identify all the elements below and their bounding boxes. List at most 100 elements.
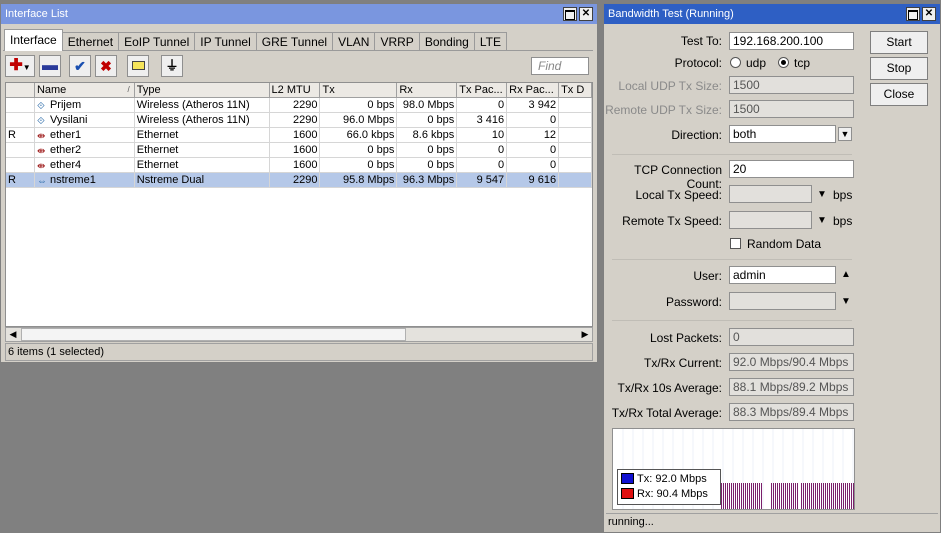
interface-name: nstreme1 <box>49 174 96 186</box>
local-speed-dropdown-icon[interactable]: ▼ <box>817 189 827 200</box>
add-button[interactable]: ✚▼ <box>5 55 35 77</box>
tcp-count-input[interactable]: 20 <box>729 160 854 178</box>
tab-interface[interactable]: Interface <box>4 29 63 51</box>
graph-bar <box>849 483 850 509</box>
table-row[interactable]: ⇼ ether2 Ethernet 1600 0 bps 0 bps 0 0 <box>6 143 593 158</box>
direction-label: Direction: <box>671 128 722 142</box>
test-to-input[interactable]: 192.168.200.100 <box>729 32 854 50</box>
bandwidth-status-bar: running... <box>606 513 938 530</box>
maximize-icon[interactable] <box>906 7 920 21</box>
interface-tabs: Interface Ethernet EoIP Tunnel IP Tunnel… <box>4 29 507 51</box>
interface-toolbar: ✚▼ ▬ ✔ ✖ ⏚ Find <box>5 55 593 79</box>
tcp-count-label: TCP Connection Count: <box>634 163 722 191</box>
l2mtu-cell: 2290 <box>269 98 321 113</box>
legend-rx-label: Rx: 90.4 Mbps <box>637 488 708 500</box>
graph-bar <box>787 483 788 509</box>
tx-cell: 96.0 Mbps <box>320 113 398 128</box>
tab-vlan[interactable]: VLAN <box>332 32 376 51</box>
graph-bar <box>841 483 842 509</box>
wireless-icon: ⟐ <box>36 101 45 112</box>
graph-bar <box>771 483 772 509</box>
table-row[interactable]: ⟐ Prijem Wireless (Atheros 11N) 2290 0 bps 98… <box>6 98 593 113</box>
type-cell: Ethernet <box>134 128 270 143</box>
graph-bar <box>779 483 780 509</box>
type-cell: Ethernet <box>134 143 270 158</box>
column-header-flag[interactable] <box>6 83 35 98</box>
interface-name: Vysilani <box>49 114 88 126</box>
scroll-right-icon[interactable]: ▶ <box>578 328 592 341</box>
tab-bonding[interactable]: Bonding <box>418 32 475 51</box>
graph-bar <box>735 483 736 509</box>
comment-button[interactable] <box>127 55 149 77</box>
maximize-icon[interactable] <box>563 7 577 21</box>
direction-select[interactable]: both <box>729 125 836 143</box>
column-header-name[interactable]: Name / <box>34 83 135 98</box>
local-speed-input[interactable] <box>729 185 812 203</box>
tx-drops-cell <box>559 158 593 173</box>
remote-speed-dropdown-icon[interactable]: ▼ <box>817 215 827 226</box>
find-input[interactable]: Find <box>531 57 589 75</box>
local-udp-input[interactable]: 1500 <box>729 76 854 94</box>
tx-cell: 66.0 kbps <box>320 128 398 143</box>
scroll-left-icon[interactable]: ◀ <box>6 328 20 341</box>
user-collapse-icon[interactable]: ▲ <box>841 269 851 280</box>
remote-speed-input[interactable] <box>729 211 812 229</box>
close-button[interactable]: Close <box>870 83 928 106</box>
tx-packets-cell: 0 <box>457 143 508 158</box>
protocol-label: Protocol: <box>674 56 722 70</box>
total-label: Tx/Rx Total Average: <box>611 406 722 420</box>
tx-packets-cell: 0 <box>457 158 508 173</box>
bandwidth-titlebar[interactable]: Bandwidth Test (Running) ✕ <box>604 4 940 24</box>
protocol-tcp-radio[interactable] <box>778 57 789 68</box>
password-dropdown-icon[interactable]: ▼ <box>841 296 851 307</box>
table-row[interactable]: ⟐ Vysilani Wireless (Atheros 11N) 2290 96.0 … <box>6 113 593 128</box>
section-divider <box>612 259 852 260</box>
column-header-tx-drops[interactable]: Tx D <box>559 83 593 98</box>
column-header-l2mtu[interactable]: L2 MTU <box>269 83 321 98</box>
disable-button[interactable]: ✖ <box>95 55 117 77</box>
filter-button[interactable]: ⏚ <box>161 55 183 77</box>
flag-cell <box>6 98 35 113</box>
tab-ip-tunnel[interactable]: IP Tunnel <box>194 32 257 51</box>
flag-cell: R <box>6 128 35 143</box>
graph-bar <box>847 483 848 509</box>
random-data-label: Random Data <box>747 237 822 251</box>
remove-button[interactable]: ▬ <box>39 55 61 77</box>
tab-eoip-tunnel[interactable]: EoIP Tunnel <box>118 32 196 51</box>
remote-udp-input[interactable]: 1500 <box>729 100 854 118</box>
column-header-rx-packets[interactable]: Rx Pac... <box>507 83 560 98</box>
password-input[interactable] <box>729 292 836 310</box>
tx-packets-cell: 9 547 <box>457 173 508 188</box>
enable-button[interactable]: ✔ <box>69 55 91 77</box>
graph-bar <box>757 483 758 509</box>
close-icon[interactable]: ✕ <box>922 7 936 21</box>
table-row[interactable]: ⇼ ether4 Ethernet 1600 0 bps 0 bps 0 0 <box>6 158 593 173</box>
close-icon[interactable]: ✕ <box>579 7 593 21</box>
rx-packets-cell: 0 <box>507 113 560 128</box>
tab-lte[interactable]: LTE <box>473 32 507 51</box>
tab-gre-tunnel[interactable]: GRE Tunnel <box>255 32 334 51</box>
random-data-checkbox[interactable] <box>730 238 741 249</box>
interface-list-titlebar[interactable]: Interface List ✕ <box>1 4 597 24</box>
protocol-udp-radio[interactable] <box>730 57 741 68</box>
scrollbar-thumb[interactable] <box>21 328 406 341</box>
start-button[interactable]: Start <box>870 31 928 54</box>
column-header-tx-packets[interactable]: Tx Pac... <box>457 83 508 98</box>
column-header-rx[interactable]: Rx <box>397 83 458 98</box>
graph-bar <box>783 483 784 509</box>
name-cell: ⇼ ether2 <box>34 143 135 158</box>
column-header-type[interactable]: Type <box>134 83 270 98</box>
remote-speed-label: Remote Tx Speed: <box>622 214 722 228</box>
column-header-tx[interactable]: Tx <box>320 83 398 98</box>
tab-vrrp[interactable]: VRRP <box>374 32 420 51</box>
table-row[interactable]: R ⇼ ether1 Ethernet 1600 66.0 kbps 8.6 kbps 10 1… <box>6 128 593 143</box>
stop-button[interactable]: Stop <box>870 57 928 80</box>
tab-ethernet[interactable]: Ethernet <box>61 32 120 51</box>
horizontal-scrollbar[interactable]: ◀ ▶ <box>5 327 593 342</box>
direction-dropdown-icon[interactable]: ▼ <box>838 127 852 141</box>
table-row[interactable]: R ⇔ nstreme1 Nstreme Dual 2290 95.8 Mbps 96.3 … <box>6 173 593 188</box>
user-input[interactable]: admin <box>729 266 836 284</box>
graph-bar <box>751 483 752 509</box>
flag-cell <box>6 158 35 173</box>
tx-packets-cell: 3 416 <box>457 113 508 128</box>
